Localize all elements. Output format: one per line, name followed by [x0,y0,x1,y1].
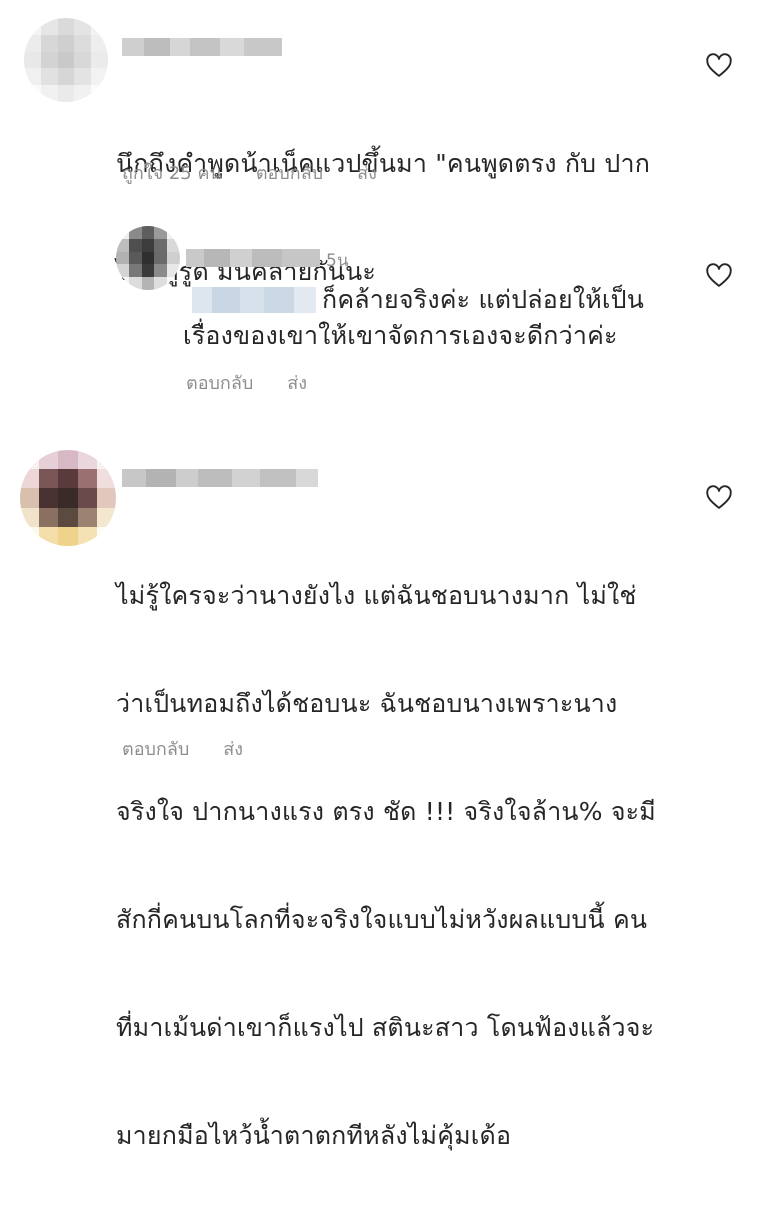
avatar-pixelated[interactable] [116,226,180,290]
reply-button[interactable]: ตอบกลับ [186,368,253,397]
reply-button[interactable]: ตอบกลับ [256,158,323,187]
comment-text-line1: ก็คล้ายจริงค่ะ แต่ปล่อยให้เป็น [322,285,645,314]
send-button[interactable]: ส่ง [357,158,377,187]
comment-actions: ตอบกลับ ส่ง [186,368,307,397]
comment-actions: ถูกใจ 25 คน ตอบกลับ ส่ง [122,158,377,187]
heart-outline-icon[interactable] [705,484,733,512]
mention-blurred[interactable] [192,287,316,313]
comment-text-line2: เรื่องของเขาให้เขาจัดการเองจะดีกว่าค่ะ [183,321,618,350]
comment-actions: ตอบกลับ ส่ง [122,734,243,763]
avatar-pixelated[interactable] [24,18,108,102]
comment-text: ไม่รู้ใครจะว่านางยังไง แต่ฉันชอบนางมาก ไ… [116,581,656,1150]
send-button[interactable]: ส่ง [287,368,307,397]
reply-button[interactable]: ตอบกลับ [122,734,189,763]
heart-outline-icon[interactable] [705,52,733,80]
username-blurred[interactable] [122,469,318,487]
username-blurred[interactable] [122,38,282,56]
comment-time: 5น [326,251,349,271]
username-blurred[interactable] [186,249,320,267]
heart-outline-icon[interactable] [705,262,733,290]
send-button[interactable]: ส่ง [223,734,243,763]
avatar-pixelated[interactable] [20,450,116,546]
likes-count[interactable]: ถูกใจ 25 คน [122,158,222,187]
